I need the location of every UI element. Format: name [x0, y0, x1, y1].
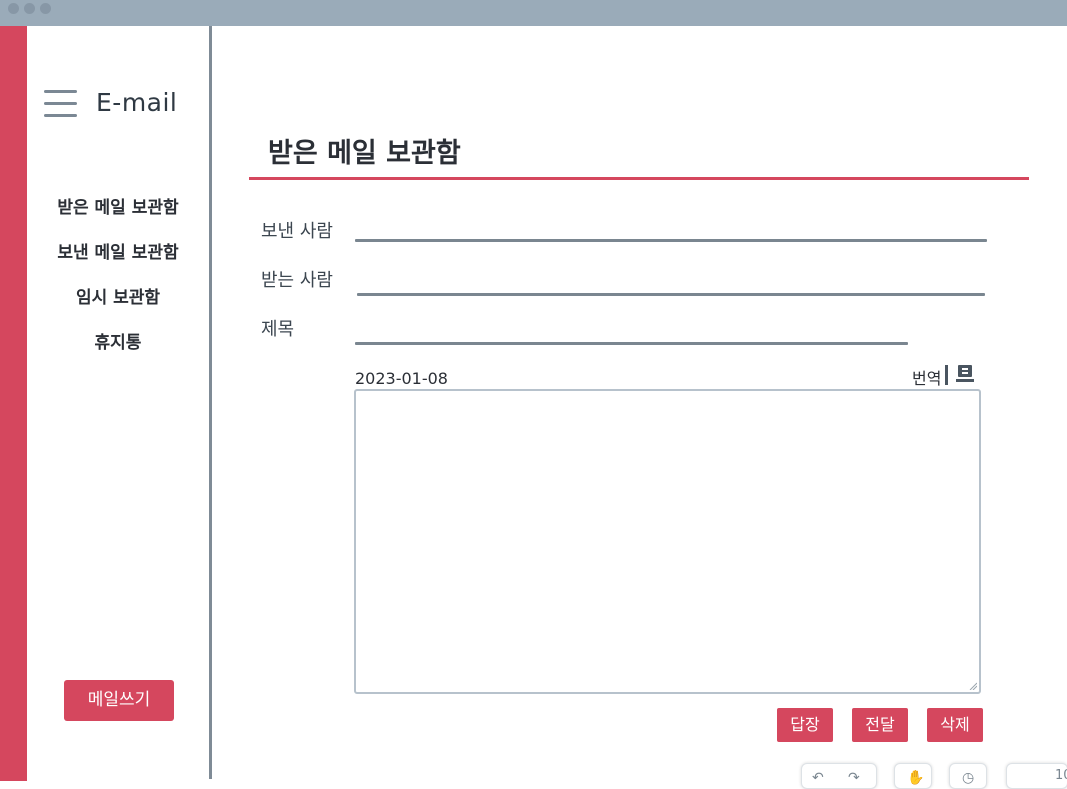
window-close-dot[interactable] — [8, 3, 19, 14]
accent-side-bar — [0, 26, 27, 781]
compose-button[interactable]: 메일쓰기 — [64, 680, 174, 721]
sender-label: 보낸 사람 — [261, 221, 333, 242]
recipient-label: 받는 사람 — [261, 270, 333, 291]
forward-button[interactable]: 전달 — [852, 708, 908, 742]
subject-field[interactable] — [355, 342, 908, 345]
sidebar-nav: 받은 메일 보관함 보낸 메일 보관함 임시 보관함 휴지통 — [27, 194, 209, 374]
resize-grip-icon[interactable] — [969, 682, 977, 690]
title-underline — [249, 177, 1029, 180]
translate-label[interactable]: 번역 — [912, 365, 941, 389]
mail-body-textarea[interactable] — [354, 389, 981, 694]
sidebar-item-inbox[interactable]: 받은 메일 보관함 — [27, 194, 209, 239]
window-maximize-dot[interactable] — [40, 3, 51, 14]
mail-date: 2023-01-08 — [355, 369, 448, 388]
window-titlebar — [0, 0, 1067, 26]
translate-separator — [945, 365, 948, 385]
app-title: E-mail — [96, 88, 178, 117]
hand-icon: ✋ — [907, 770, 925, 786]
sidebar-item-trash[interactable]: 휴지통 — [27, 329, 209, 374]
undo-icon[interactable]: ↶ — [812, 770, 824, 786]
menu-icon[interactable] — [44, 90, 77, 118]
sidebar-item-sent[interactable]: 보낸 메일 보관함 — [27, 239, 209, 284]
subject-label: 제목 — [261, 319, 295, 340]
hand-tool[interactable]: ✋ — [894, 763, 932, 789]
clock-icon: ◷ — [962, 770, 975, 786]
sender-field[interactable] — [355, 239, 987, 242]
reply-button[interactable]: 답장 — [777, 708, 833, 742]
translate-icon[interactable] — [956, 364, 974, 384]
redo-icon[interactable]: ↷ — [848, 770, 860, 786]
sidebar-item-drafts[interactable]: 임시 보관함 — [27, 284, 209, 329]
page-title: 받은 메일 보관함 — [268, 138, 461, 169]
sidebar-divider — [209, 26, 212, 779]
history-toolbar: ↶ ↷ — [801, 763, 877, 789]
delete-button[interactable]: 삭제 — [927, 708, 983, 742]
clock-tool[interactable]: ◷ — [949, 763, 987, 789]
window-minimize-dot[interactable] — [24, 3, 35, 14]
recipient-field[interactable] — [357, 293, 985, 296]
